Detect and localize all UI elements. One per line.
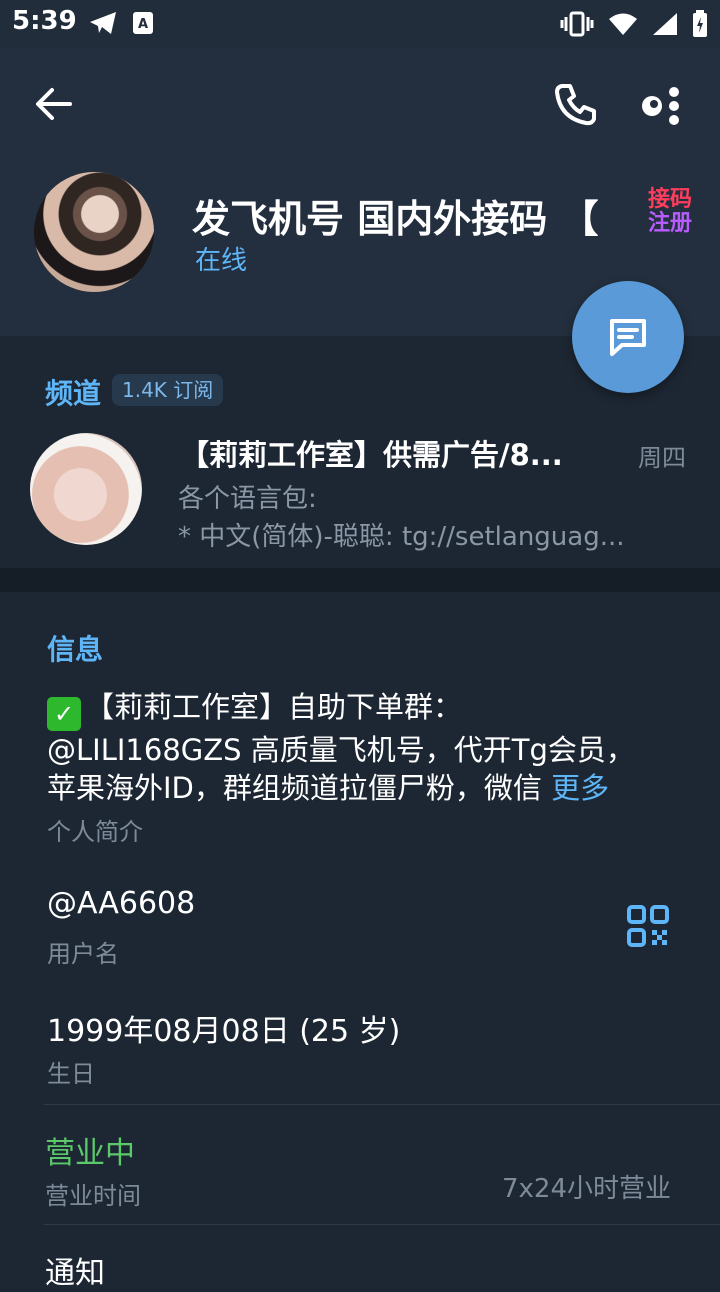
channel-date: 周四 xyxy=(638,444,686,472)
qr-code-icon[interactable] xyxy=(626,904,670,948)
emoji-badge-line1: 接码 xyxy=(648,187,693,212)
status-time: 5:39 xyxy=(12,6,77,36)
business-hours-label: 营业时间 xyxy=(45,1182,141,1210)
online-status: 在线 xyxy=(195,246,248,276)
birthday-label: 生日 xyxy=(47,1060,95,1088)
channel-avatar[interactable] xyxy=(30,433,142,545)
bio-line-3: 苹果海外ID，群组频道拉僵尸粉，微信 更多 xyxy=(47,769,687,807)
telegram-icon xyxy=(90,12,116,34)
notifications-label[interactable]: 通知 xyxy=(45,1248,105,1292)
back-button[interactable] xyxy=(30,84,80,124)
channel-section-title: 频道 xyxy=(45,377,102,410)
emoji-status-badge[interactable]: 接码 注册 xyxy=(648,188,702,240)
bio-line-3-text: 苹果海外ID，群组频道拉僵尸粉，微信 xyxy=(47,771,542,805)
row-divider xyxy=(44,1104,720,1105)
more-options-icon[interactable] xyxy=(636,82,686,128)
channel-message-line1: 各个语言包: xyxy=(178,484,317,514)
birthday-value: 1999年08月08日 (25 岁) xyxy=(47,1014,401,1049)
info-section-title: 信息 xyxy=(47,633,104,666)
business-status[interactable]: 营业中 xyxy=(45,1128,135,1172)
info-section: 信息 ✓ 【莉莉工作室】自助下单群： @LILI168GZS 高质量飞机号，代开T… xyxy=(0,592,720,1291)
bio-more-link[interactable]: 更多 xyxy=(551,771,609,805)
bio-line-1-text: 【莉莉工作室】自助下单群： xyxy=(85,690,463,724)
wifi-icon xyxy=(609,13,637,35)
check-mark-icon: ✓ xyxy=(47,697,81,731)
vibrate-icon xyxy=(560,11,594,37)
row-divider xyxy=(44,1224,720,1225)
business-hours-value: 7x24小时营业 xyxy=(502,1174,672,1204)
phone-icon[interactable] xyxy=(552,80,600,128)
chat-icon xyxy=(610,319,646,356)
subscriber-count-badge: 1.4K 订阅 xyxy=(112,374,224,406)
battery-icon xyxy=(693,10,707,37)
svg-text:A: A xyxy=(138,17,148,32)
username-value[interactable]: @AA6608 xyxy=(47,886,195,921)
bio-line-1: ✓ 【莉莉工作室】自助下单群： xyxy=(47,688,687,731)
bio-line-2: @LILI168GZS 高质量飞机号，代开Tg会员， xyxy=(47,733,635,767)
username-label: 用户名 xyxy=(47,940,119,968)
message-button[interactable] xyxy=(572,281,684,393)
bio-text[interactable]: ✓ 【莉莉工作室】自助下单群： @LILI168GZS 高质量飞机号，代开Tg会员… xyxy=(47,688,687,807)
status-bar: 5:39 A xyxy=(0,0,720,48)
profile-name: 发飞机号 国内外接码 【 xyxy=(192,197,599,240)
signal-icon xyxy=(653,13,677,35)
emoji-badge-line2: 注册 xyxy=(648,211,693,236)
bio-label: 个人简介 xyxy=(47,818,143,846)
a-badge-icon: A xyxy=(133,12,153,34)
channel-name[interactable]: 【莉莉工作室】供需广告/8... xyxy=(180,432,590,474)
profile-avatar[interactable] xyxy=(34,172,154,292)
channel-message-line2: * 中文(简体)-聪聪: tg://setlanguag... xyxy=(178,522,625,552)
section-divider xyxy=(0,568,720,592)
